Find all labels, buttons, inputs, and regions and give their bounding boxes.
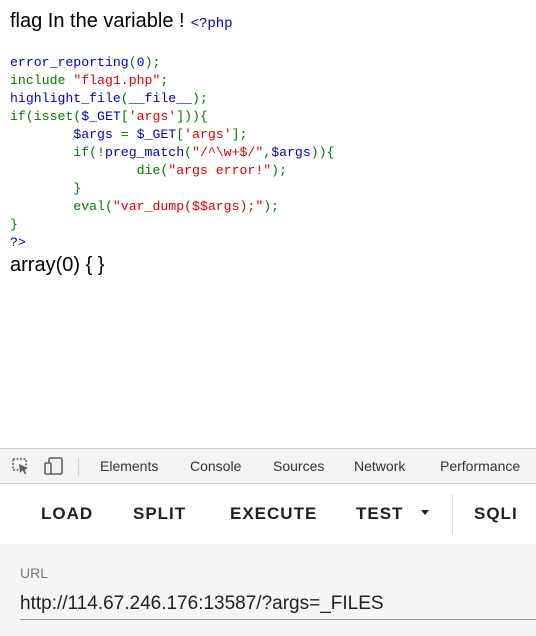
device-toolbar-icon[interactable] <box>43 456 65 476</box>
code-line: } <box>10 217 18 232</box>
code-line: if(!preg_match("/^\w+$/",$args)){ <box>10 145 335 160</box>
test-dropdown-button[interactable]: TEST <box>356 504 403 524</box>
code-token: } <box>10 217 18 232</box>
load-button[interactable]: LOAD <box>41 504 93 524</box>
devtools-separator <box>78 458 79 476</box>
code-token: ])){ <box>176 109 208 124</box>
code-token: ); <box>263 199 280 214</box>
code-token: preg_match <box>104 145 185 160</box>
code-token: highlight_file <box>10 91 121 106</box>
hackbar-toolbar: LOAD SPLIT EXECUTE TEST SQLI <box>0 484 536 544</box>
code-token: "/^\w+$/" <box>192 145 264 160</box>
split-button[interactable]: SPLIT <box>133 504 186 524</box>
inspect-element-icon[interactable] <box>10 456 32 476</box>
code-token: } <box>10 181 82 196</box>
code-token: ]; <box>231 127 248 142</box>
php-open-tag: <?php <box>190 16 233 32</box>
code-line: ?> <box>10 235 26 250</box>
code-token: $args <box>73 127 121 142</box>
code-token: die( <box>10 163 169 178</box>
code-line: include "flag1.php"; <box>10 73 168 88</box>
code-line: $args = $_GET['args']; <box>10 127 247 142</box>
code-line: if(isset($_GET['args'])){ <box>10 109 208 124</box>
code-token: "flag1.php" <box>73 73 161 88</box>
chevron-down-icon[interactable] <box>421 510 429 515</box>
code-line: die("args error!"); <box>10 163 287 178</box>
code-token: eval( <box>10 199 113 214</box>
code-token: "args error!" <box>168 163 272 178</box>
code-token: $args <box>271 145 311 160</box>
code-token: [ <box>176 127 185 142</box>
highlighted-source-code: error_reporting(0); include "flag1.php";… <box>10 54 335 252</box>
tab-console[interactable]: Console <box>190 458 241 474</box>
tab-performance[interactable]: Performance <box>440 458 520 474</box>
code-token: ( <box>128 55 137 70</box>
code-token: ( <box>120 91 129 106</box>
code-token: __file__ <box>128 91 193 106</box>
page-content: flag In the variable ! <?php error_report… <box>0 0 536 448</box>
var-dump-output: array(0) { } <box>10 254 105 276</box>
code-token: , <box>263 145 272 160</box>
code-token: error_reporting <box>10 55 129 70</box>
url-input[interactable] <box>20 588 536 620</box>
code-token: "var_dump($$args);" <box>112 199 264 214</box>
toolbar-separator <box>452 494 453 534</box>
code-token: ?> <box>10 235 26 250</box>
url-label: URL <box>20 565 49 581</box>
execute-button[interactable]: EXECUTE <box>230 504 317 524</box>
code-token: if(isset( <box>10 109 82 124</box>
code-token: ); <box>271 163 287 178</box>
code-token: ); <box>192 91 208 106</box>
code-token: if(! <box>10 145 105 160</box>
code-token: $_GET <box>136 127 177 142</box>
headline-row: flag In the variable ! <?php <box>10 10 233 33</box>
code-token: ); <box>144 55 161 70</box>
code-token: include <box>10 73 74 88</box>
code-token: 0 <box>136 55 145 70</box>
tab-sources[interactable]: Sources <box>273 458 324 474</box>
code-token: $_GET <box>81 109 121 124</box>
url-panel: URL <box>0 544 536 636</box>
code-token: 'args' <box>128 109 177 124</box>
code-token: ; <box>160 73 169 88</box>
code-token: ( <box>184 145 193 160</box>
code-token: 'args' <box>184 127 232 142</box>
code-line: highlight_file(__file__); <box>10 91 208 106</box>
tab-network[interactable]: Network <box>354 458 405 474</box>
headline-text: flag In the variable ! <box>10 10 185 32</box>
sqli-dropdown-button[interactable]: SQLI <box>474 504 518 524</box>
tab-elements[interactable]: Elements <box>100 458 158 474</box>
devtools-tab-bar: Elements Console Sources Network Perform… <box>0 448 536 484</box>
code-line: eval("var_dump($$args);"); <box>10 199 279 214</box>
code-line: } <box>10 181 81 196</box>
code-line: error_reporting(0); <box>10 55 160 70</box>
code-token: )){ <box>310 145 335 160</box>
code-token: = <box>120 127 137 142</box>
code-token: [ <box>120 109 129 124</box>
